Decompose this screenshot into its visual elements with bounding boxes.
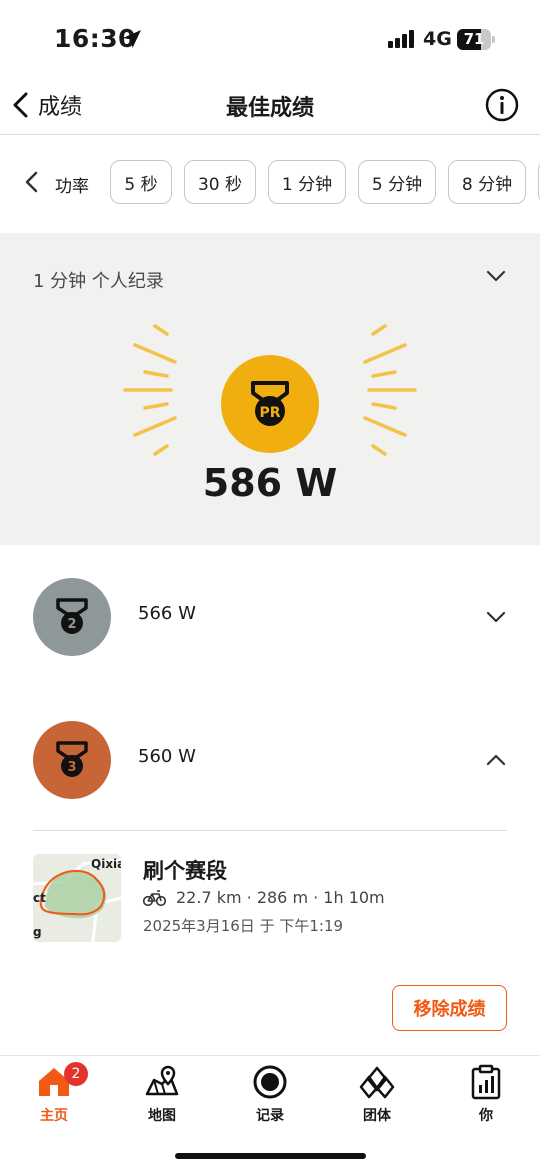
tab-label: 你: [479, 1108, 493, 1124]
info-icon[interactable]: [485, 88, 519, 122]
pr-medal-icon: PR: [221, 355, 319, 453]
chip-8min[interactable]: 8 分钟: [448, 160, 526, 204]
rank-number: 2: [67, 617, 76, 632]
remove-effort-button[interactable]: 移除成绩: [392, 985, 507, 1031]
tab-label: 记录: [256, 1108, 284, 1124]
chevron-left-icon[interactable]: [22, 170, 42, 194]
tab-label: 主页: [40, 1108, 68, 1124]
groups-icon: [359, 1066, 395, 1099]
tab-label: 团体: [363, 1108, 391, 1124]
map-place-label: Qixia: [91, 857, 121, 871]
tab-you[interactable]: 你: [446, 1064, 526, 1128]
activity-date: 2025年3月16日 于 下午1:19: [143, 917, 344, 935]
chevron-down-icon[interactable]: [485, 267, 507, 285]
chevron-up-icon[interactable]: [485, 751, 507, 769]
map-place-label: g: [33, 925, 42, 939]
tab-groups[interactable]: 团体: [337, 1064, 417, 1128]
activity-stats: 22.7 km · 286 m · 1h 10m: [176, 888, 385, 907]
pr-title: 1 分钟 个人纪录: [33, 271, 164, 292]
silver-medal-icon: 2: [33, 578, 111, 656]
record-icon: [253, 1065, 287, 1099]
rank-number: 3: [67, 760, 76, 775]
location-arrow-icon: [123, 30, 141, 48]
divider: [33, 830, 507, 831]
tab-map[interactable]: 地图: [122, 1064, 202, 1128]
home-indicator[interactable]: [175, 1153, 366, 1159]
map-place-label: ct: [33, 891, 46, 905]
tab-home[interactable]: 2 主页: [14, 1062, 94, 1128]
rank-value: 566 W: [138, 603, 196, 624]
chip-5s[interactable]: 5 秒: [110, 160, 172, 204]
status-bar: 16:30 4G 71: [0, 0, 540, 80]
network-type: 4G: [423, 28, 452, 50]
profile-icon: [471, 1064, 501, 1100]
rank-row-3[interactable]: 3 560 W: [0, 721, 540, 821]
chip-5min[interactable]: 5 分钟: [358, 160, 436, 204]
chevron-down-icon[interactable]: [485, 608, 507, 626]
tab-label: 地图: [148, 1108, 176, 1124]
chip-30s[interactable]: 30 秒: [184, 160, 256, 204]
page-title: 最佳成绩: [225, 96, 314, 121]
filter-category[interactable]: 功率: [55, 172, 89, 197]
pr-medal-label: PR: [259, 405, 280, 421]
rank-value: 560 W: [138, 746, 196, 767]
pr-value: 586 W: [202, 461, 338, 505]
tab-record[interactable]: 记录: [230, 1064, 310, 1128]
signal-icon: [388, 30, 414, 48]
nav-bar: 成绩 最佳成绩: [0, 80, 540, 135]
duration-filter: 功率 5 秒 30 秒 1 分钟 5 分钟 8 分钟: [0, 136, 540, 232]
map-icon: [145, 1065, 179, 1096]
personal-record-card: 1 分钟 个人纪录 PR 586 W: [0, 233, 540, 545]
notification-badge: 2: [64, 1062, 88, 1086]
bronze-medal-icon: 3: [33, 721, 111, 799]
battery-icon: 71: [457, 29, 495, 50]
rank-row-2[interactable]: 2 566 W: [0, 578, 540, 678]
activity-map-thumbnail[interactable]: Qixia ct g: [33, 854, 121, 942]
activity-title[interactable]: 刷个赛段: [143, 855, 227, 885]
chip-1min[interactable]: 1 分钟: [268, 160, 346, 204]
battery-level: 71: [463, 30, 485, 48]
bike-icon: [143, 890, 166, 907]
